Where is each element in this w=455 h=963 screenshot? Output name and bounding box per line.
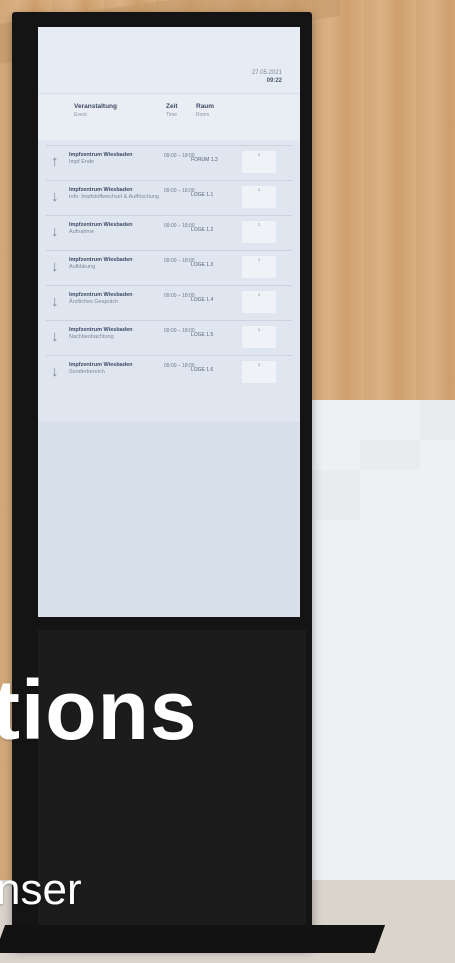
header-time: Zeit Time [166, 103, 178, 119]
event-time: 09:00 – 18:00 [164, 293, 195, 299]
stair-step [360, 440, 420, 470]
table-row: ↓ Impfzentrum Wiesbaden Ärztliches Gesprä… [46, 285, 292, 320]
header-room-label: Raum [196, 103, 215, 110]
event-desc: Impf Ende [69, 159, 95, 165]
event-name: Impfzentrum Wiesbaden [69, 292, 133, 298]
room-badge: 1 [242, 326, 276, 348]
event-room: LOGE 1.2 [191, 227, 214, 233]
event-name: Impfzentrum Wiesbaden [69, 257, 133, 263]
arrow-down-icon: ↓ [51, 223, 59, 240]
arrow-down-icon: ↓ [51, 258, 59, 275]
table-row: ↓ Impfzentrum Wiesbaden Sonderbereich 09:… [46, 355, 292, 390]
event-room: LOGE 1.1 [191, 192, 214, 198]
event-time: 09:00 – 18:00 [164, 153, 195, 159]
photo-scene: 27.05.2021 09:22 Veranstaltung Event Zei… [0, 0, 455, 963]
arrow-down-icon: ↓ [51, 363, 59, 380]
event-room: LOGE 1.5 [191, 332, 214, 338]
stair-step [420, 400, 455, 440]
date: 27.05.2021 [251, 70, 282, 76]
arrow-down-icon: ↓ [51, 328, 59, 345]
overlay-heading: tions [0, 663, 198, 757]
event-room: LOGE 1.4 [191, 297, 214, 303]
event-name: Impfzentrum Wiesbaden [69, 152, 133, 158]
header-event-sub: Event [74, 112, 87, 118]
datetime: 27.05.2021 09:22 [252, 69, 282, 85]
event-room: FORUM 1.3 [191, 157, 218, 163]
event-time: 09:00 – 18:00 [164, 223, 195, 229]
table-row: ↓ Impfzentrum Wiesbaden Info: Impfstoffwe… [46, 180, 292, 215]
room-badge: 1 [242, 256, 276, 278]
table-row: ↓ Impfzentrum Wiesbaden Aufklärung 09:00 … [46, 250, 292, 285]
arrow-up-icon: ↑ [51, 153, 59, 170]
event-room: LOGE 1.3 [191, 262, 214, 268]
kiosk-screen: 27.05.2021 09:22 Veranstaltung Event Zei… [38, 27, 300, 617]
room-badge: 1 [242, 361, 276, 383]
room-badge: 1 [242, 186, 276, 208]
event-name: Impfzentrum Wiesbaden [69, 327, 133, 333]
table-row: ↑ Impfzentrum Wiesbaden Impf Ende 09:00 –… [46, 145, 292, 180]
header-room-sub: Room [196, 112, 210, 118]
arrow-down-icon: ↓ [51, 188, 59, 205]
event-desc: Aufklärung [69, 264, 96, 270]
event-list: ↑ Impfzentrum Wiesbaden Impf Ende 09:00 –… [46, 145, 292, 390]
clock: 09:22 [266, 78, 282, 84]
header-room: Raum Room [196, 103, 214, 119]
kiosk-foot [0, 925, 386, 953]
event-time: 09:00 – 18:00 [164, 328, 195, 334]
event-time: 09:00 – 18:00 [164, 363, 195, 369]
header-time-label: Zeit [166, 103, 178, 110]
event-desc: Nachbeobachtung [69, 334, 114, 340]
overlay-subheading: nser [0, 865, 82, 914]
header-event: Veranstaltung Event [74, 103, 117, 119]
table-row: ↓ Impfzentrum Wiesbaden Aufnahme 09:00 – … [46, 215, 292, 250]
header-event-label: Veranstaltung [74, 103, 117, 110]
event-name: Impfzentrum Wiesbaden [69, 187, 133, 193]
table-row: ↓ Impfzentrum Wiesbaden Nachbeobachtung 0… [46, 320, 292, 355]
event-desc: Sonderbereich [69, 369, 105, 375]
event-name: Impfzentrum Wiesbaden [69, 222, 133, 228]
room-badge: 1 [242, 221, 276, 243]
header-time-sub: Time [166, 112, 177, 118]
room-badge: 1 [242, 291, 276, 313]
event-time: 09:00 – 18:00 [164, 188, 195, 194]
event-time: 09:00 – 18:00 [164, 258, 195, 264]
event-desc: Aufnahme [69, 229, 95, 235]
arrow-down-icon: ↓ [51, 293, 59, 310]
event-name: Impfzentrum Wiesbaden [69, 362, 133, 368]
event-desc: Ärztliches Gespräch [69, 299, 119, 305]
screen-empty-area [38, 422, 300, 617]
room-badge: 1 [242, 151, 276, 173]
event-desc: Info: Impfstoffwechsel & Auffrischung [69, 194, 159, 200]
event-room: LOGE 1.6 [191, 367, 214, 373]
